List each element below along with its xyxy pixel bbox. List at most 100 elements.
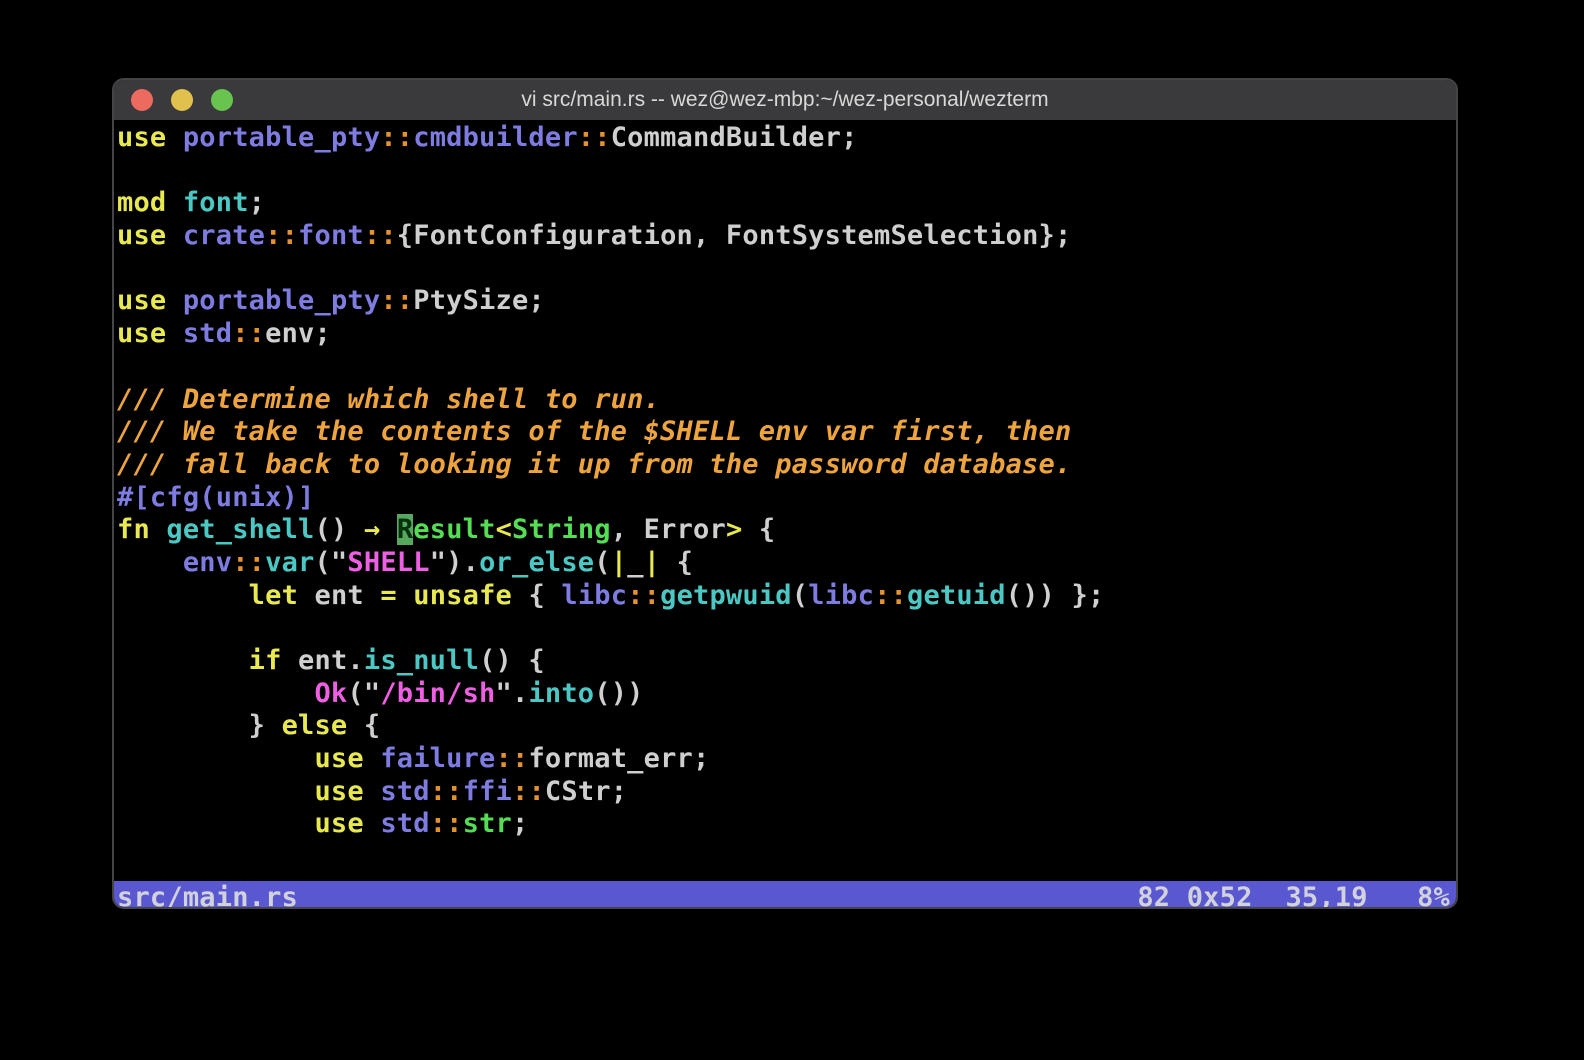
- code-token: getuid: [907, 580, 1006, 611]
- code-token: ;: [249, 187, 265, 218]
- code-line: /// fall back to looking it up from the …: [117, 449, 1456, 482]
- window-titlebar[interactable]: vi src/main.rs -- wez@wez-mbp:~/wez-pers…: [114, 80, 1456, 120]
- code-token: format_err;: [528, 743, 709, 774]
- code-token: [364, 743, 380, 774]
- terminal-content[interactable]: use portable_pty::cmdbuilder::CommandBui…: [114, 120, 1456, 909]
- code-token: [117, 547, 183, 578]
- code-token: font: [183, 187, 249, 218]
- code-token: std: [183, 318, 232, 349]
- code-token: [364, 776, 380, 807]
- code-token: getpwuid: [660, 580, 792, 611]
- traffic-lights: [131, 89, 233, 111]
- code-line: [117, 351, 1456, 384]
- code-token: #[cfg(unix)]: [117, 482, 314, 513]
- code-token: [397, 580, 413, 611]
- code-token: {: [347, 710, 380, 741]
- code-token: [117, 776, 314, 807]
- code-token: use: [117, 318, 166, 349]
- code-line: Ok("/bin/sh".into()): [117, 678, 1456, 711]
- code-token: ffi: [463, 776, 512, 807]
- code-token: esult: [413, 514, 495, 545]
- code-token: use: [117, 122, 166, 153]
- code-token: ::: [578, 122, 611, 153]
- code-token: [117, 645, 249, 676]
- status-filename: src/main.rs: [117, 881, 298, 909]
- code-token: , Error: [611, 514, 726, 545]
- code-token: let: [249, 580, 298, 611]
- code-token: mod: [117, 187, 166, 218]
- code-token: var: [265, 547, 314, 578]
- code-token: |: [644, 547, 660, 578]
- code-line: let ent = unsafe { libc::getpwuid(libc::…: [117, 580, 1456, 613]
- code-token: std: [380, 776, 429, 807]
- code-token: [117, 580, 249, 611]
- code-token: ::: [627, 580, 660, 611]
- code-line: use portable_pty::PtySize;: [117, 285, 1456, 318]
- code-token: /bin/sh: [380, 678, 495, 709]
- code-token: crate: [183, 220, 265, 251]
- code-token: Ok: [314, 678, 347, 709]
- code-line: /// Determine which shell to run.: [117, 384, 1456, 417]
- code-token: ()): [594, 678, 643, 709]
- code-token: () {: [479, 645, 545, 676]
- code-token: get_shell: [166, 514, 314, 545]
- code-token: libc: [808, 580, 874, 611]
- code-token: >: [726, 514, 742, 545]
- code-token: use: [314, 743, 363, 774]
- code-line: #[cfg(unix)]: [117, 482, 1456, 515]
- code-token: into: [528, 678, 594, 709]
- code-token: [166, 187, 182, 218]
- code-token: (: [594, 547, 610, 578]
- code-token: ::: [496, 743, 529, 774]
- code-token: [117, 678, 314, 709]
- code-token: [166, 220, 182, 251]
- code-token: std: [380, 808, 429, 839]
- code-token: {: [660, 547, 693, 578]
- code-token: [166, 122, 182, 153]
- code-token: libc: [561, 580, 627, 611]
- code-token: (": [315, 547, 348, 578]
- code-token: <: [496, 514, 512, 545]
- minimize-button[interactable]: [171, 89, 193, 111]
- code-token: |: [611, 547, 627, 578]
- code-token: }: [117, 710, 282, 741]
- code-token: env;: [265, 318, 331, 349]
- code-token: [150, 514, 166, 545]
- code-token: cmdbuilder: [413, 122, 578, 153]
- code-token: (): [315, 514, 364, 545]
- code-token: ").: [430, 547, 479, 578]
- code-token: [166, 318, 182, 349]
- code-token: ::: [380, 285, 413, 316]
- close-button[interactable]: [131, 89, 153, 111]
- code-token: ::: [265, 220, 298, 251]
- code-token: {: [742, 514, 775, 545]
- code-token: CommandBuilder;: [611, 122, 858, 153]
- code-token: ::: [380, 122, 413, 153]
- code-token: use: [117, 220, 166, 251]
- status-ruler: 82 0x52 35,19 8%: [1137, 881, 1450, 909]
- code-token: [380, 514, 396, 545]
- code-token: /// fall back to looking it up from the …: [117, 449, 1071, 480]
- code-token: SHELL: [347, 547, 429, 578]
- terminal-window: vi src/main.rs -- wez@wez-mbp:~/wez-pers…: [112, 78, 1458, 909]
- code-token: String: [512, 514, 611, 545]
- zoom-button[interactable]: [211, 89, 233, 111]
- code-line: [117, 155, 1456, 188]
- code-token: fn: [117, 514, 150, 545]
- code-token: (": [347, 678, 380, 709]
- code-token: ()) };: [1006, 580, 1105, 611]
- code-line: use std::env;: [117, 318, 1456, 351]
- code-token: (: [792, 580, 808, 611]
- code-token: /// We take the contents of the $SHELL e…: [117, 416, 1071, 447]
- vim-status-bar: src/main.rs 82 0x52 35,19 8%: [114, 881, 1456, 909]
- code-line: if ent.is_null() {: [117, 645, 1456, 678]
- code-line: [117, 253, 1456, 286]
- code-token: if: [249, 645, 282, 676]
- code-token: is_null: [364, 645, 479, 676]
- code-token: /// Determine which shell to run.: [117, 384, 660, 415]
- code-line: use crate::font::{FontConfiguration, Fon…: [117, 220, 1456, 253]
- code-line: use portable_pty::cmdbuilder::CommandBui…: [117, 122, 1456, 155]
- code-token: use: [117, 285, 166, 316]
- cursor-block: R: [397, 514, 413, 545]
- code-token: ent: [298, 580, 380, 611]
